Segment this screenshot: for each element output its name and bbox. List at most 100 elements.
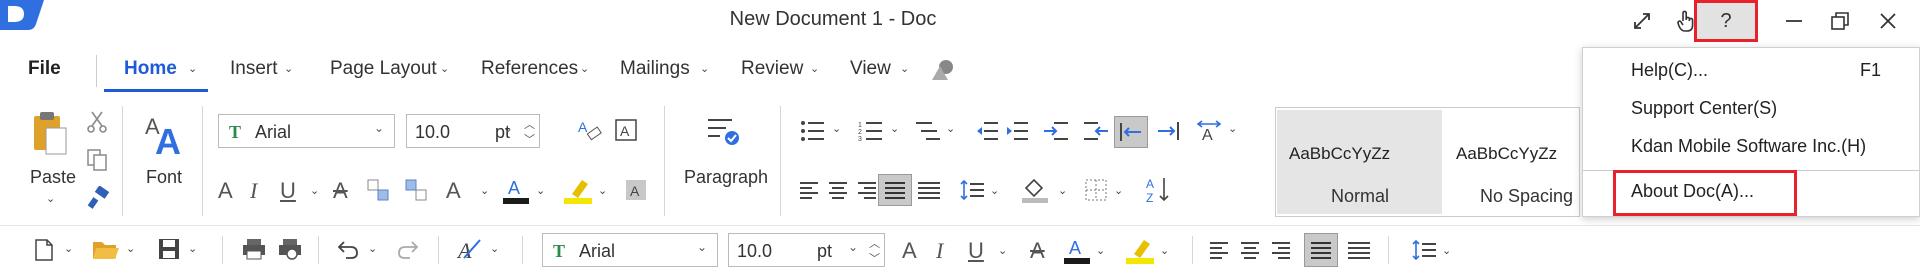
chevron-down-icon[interactable]: ⌄ [368,242,377,255]
rtl-direction-icon[interactable] [1156,120,1182,147]
chevron-down-icon[interactable]: ⌄ [1058,184,1067,197]
tab-view[interactable]: View [850,58,891,80]
minimize-button[interactable] [1772,3,1816,39]
subscript-icon[interactable] [404,178,428,207]
format-painter-icon[interactable]: A [456,236,484,267]
text-direction-icon[interactable]: A [1196,120,1222,147]
chevron-down-icon[interactable]: ⌄ [64,242,73,255]
chevron-down-icon[interactable]: ⌄ [188,62,197,75]
chevron-down-icon[interactable]: ⌄ [990,184,999,197]
decrease-indent-icon[interactable] [976,120,998,147]
print-preview-icon[interactable] [278,238,302,265]
expand-icon[interactable] [1620,3,1664,39]
bullets-icon[interactable] [800,120,824,147]
paste-label[interactable]: Paste [30,167,76,188]
chevron-down-icon[interactable]: ⌄ [700,62,709,75]
menu-item-kdan-mobile[interactable]: Kdan Mobile Software Inc.(H) [1631,136,1866,157]
paragraph-label[interactable]: Paragraph [684,167,768,188]
line-spacing-icon[interactable] [960,178,984,207]
font-icon[interactable]: A A [145,112,187,162]
spin-down-icon[interactable]: ﹀ [524,131,535,147]
align-right-icon[interactable] [856,180,876,205]
font-label[interactable]: Font [146,167,182,188]
italic-icon[interactable]: I [936,238,943,264]
font-color-icon[interactable]: A [1064,236,1090,271]
distributed-icon[interactable] [1348,240,1370,265]
chevron-down-icon[interactable]: ⌄ [1442,244,1451,257]
borders-icon[interactable] [1084,178,1108,207]
font-size-field[interactable]: 10.0 pt ⌄ ︿ ﹀ [406,114,540,148]
style-no-spacing[interactable]: AaBbCcYyZz No Spacing [1448,110,1578,214]
sort-icon[interactable]: AZ [1146,176,1172,209]
chevron-down-icon[interactable]: ⌄ [1114,184,1123,197]
save-icon[interactable] [158,238,180,265]
spin-up-icon[interactable]: ︿ [869,235,880,251]
chevron-down-icon[interactable]: ⌄ [284,62,293,75]
indent-left-icon[interactable] [1084,120,1108,147]
text-effects-icon[interactable]: A [446,178,461,204]
highlight-icon[interactable] [564,176,594,211]
multilevel-list-icon[interactable] [916,120,940,147]
font-name-dropdown[interactable]: T Arial ⌄ [218,114,395,148]
chevron-down-icon[interactable]: ⌄ [440,62,449,75]
underline-icon[interactable]: U [280,178,296,204]
tab-mailings[interactable]: Mailings [620,58,690,80]
align-center-icon[interactable] [828,180,848,205]
tab-references[interactable]: References [481,58,578,80]
restore-button[interactable] [1818,3,1862,39]
quick-font-size-field[interactable]: 10.0 pt ⌄ ︿ ﹀ [728,233,885,267]
superscript-icon[interactable] [366,178,390,207]
cut-icon[interactable] [86,110,108,139]
chevron-down-icon[interactable]: ⌄ [536,184,545,197]
shapes-icon[interactable] [930,58,956,87]
chevron-down-icon[interactable]: ⌄ [998,244,1007,257]
shading-bucket-icon[interactable] [1022,176,1050,209]
menu-item-support-center[interactable]: Support Center(S) [1631,98,1777,119]
chevron-down-icon[interactable]: ⌄ [810,62,819,75]
chevron-down-icon[interactable]: ⌄ [188,242,197,255]
tab-home[interactable]: Home [124,58,177,80]
align-left-icon[interactable] [1210,240,1230,265]
open-folder-icon[interactable] [92,238,120,267]
chevron-down-icon[interactable]: ⌄ [490,242,499,255]
tab-review[interactable]: Review [741,58,803,80]
strikethrough-icon[interactable]: A [333,178,348,204]
italic-icon[interactable]: I [250,178,257,204]
close-button[interactable] [1866,3,1910,39]
chevron-down-icon[interactable]: ⌄ [598,184,607,197]
new-document-icon[interactable] [34,238,54,267]
tab-page-layout[interactable]: Page Layout [330,58,437,80]
chevron-down-icon[interactable]: ⌄ [310,184,319,197]
clipboard-icon[interactable] [30,110,70,161]
tab-insert[interactable]: Insert [230,58,278,80]
grow-font-icon[interactable]: A [218,178,233,204]
distributed-icon[interactable] [918,180,940,205]
justify-button[interactable] [878,174,912,206]
numbering-icon[interactable]: 123 [858,120,882,147]
font-color-icon[interactable]: A [503,176,529,211]
chevron-down-icon[interactable]: ⌄ [946,122,955,135]
chevron-down-icon[interactable]: ⌄ [1160,244,1169,257]
undo-icon[interactable] [336,238,360,265]
grow-font-icon[interactable]: A [902,238,917,264]
chevron-down-icon[interactable]: ⌄ [480,184,489,197]
align-right-icon[interactable] [1270,240,1290,265]
highlight-icon[interactable] [1126,236,1156,271]
ltr-direction-button[interactable] [1114,116,1148,148]
align-center-icon[interactable] [1240,240,1260,265]
quick-font-name-dropdown[interactable]: T Arial ⌄ [542,233,718,267]
chevron-down-icon[interactable]: ⌄ [126,242,135,255]
paragraph-icon[interactable] [706,114,740,153]
character-border-icon[interactable]: A [614,118,638,147]
justify-button[interactable] [1304,233,1338,267]
increase-indent-icon[interactable] [1006,120,1028,147]
chevron-down-icon[interactable]: ⌄ [580,62,589,75]
help-button[interactable]: ? [1694,0,1758,42]
clear-format-icon[interactable]: A [578,118,604,149]
chevron-down-icon[interactable]: ⌄ [890,122,899,135]
line-spacing-icon[interactable] [1412,238,1436,267]
chevron-down-icon[interactable]: ⌄ [832,122,841,135]
tab-file[interactable]: File [28,58,61,80]
print-icon[interactable] [242,238,266,265]
chevron-down-icon[interactable]: ⌄ [900,62,909,75]
